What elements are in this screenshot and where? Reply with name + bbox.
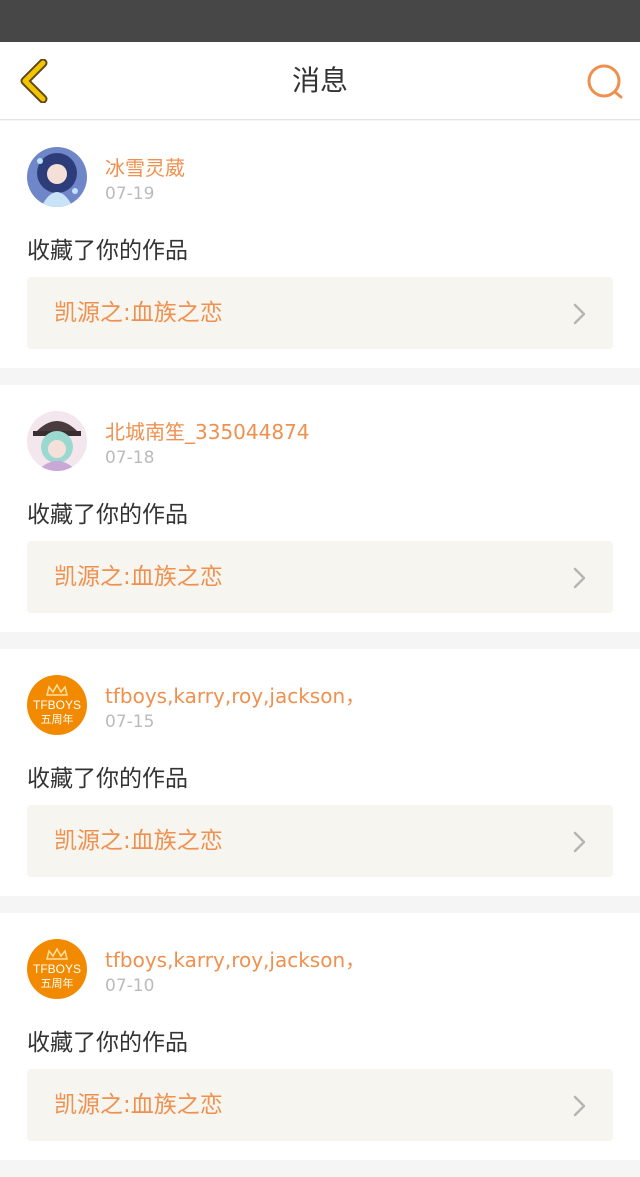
message-date: 07-15 [105,712,155,732]
user-avatar[interactable] [27,411,87,471]
tfboys-logo-avatar: TFBOYS 五周年 [27,939,87,999]
work-title: 凯源之:血族之恋 [54,1092,223,1118]
search-icon [587,64,623,99]
chevron-right-icon [573,1095,586,1117]
username[interactable]: tfboys,karry,roy,jackson， [105,680,365,709]
message-date: 07-18 [105,448,155,468]
username[interactable]: tfboys,karry,roy,jackson， [105,944,365,973]
work-link[interactable]: 凯源之:血族之恋 [27,1069,613,1141]
anime-girl-avatar [27,147,87,207]
message-card: 北城南笙_335044874 07-18 收藏了你的作品 凯源之:血族之恋 [0,385,640,632]
avatar-logo-subtext: 五周年 [41,976,74,990]
chevron-right-icon [573,567,586,589]
message-card: TFBOYS 五周年 tfboys,karry,roy,jackson， 07-… [0,649,640,896]
work-link[interactable]: 凯源之:血族之恋 [27,277,613,349]
chevron-right-icon [573,303,586,325]
avatar-logo-text: TFBOYS [33,962,81,976]
work-link[interactable]: 凯源之:血族之恋 [27,541,613,613]
username[interactable]: 北城南笙_335044874 [105,416,310,445]
avatar-logo-subtext: 五周年 [41,712,74,726]
tfboys-logo-avatar: TFBOYS 五周年 [27,675,87,735]
message-card: TFBOYS 五周年 tfboys,karry,roy,jackson， 07-… [0,913,640,1160]
page-title: 消息 [291,64,348,97]
message-action: 收藏了你的作品 [27,766,188,792]
work-link[interactable]: 凯源之:血族之恋 [27,805,613,877]
message-card: 冰雪灵葳 07-19 收藏了你的作品 凯源之:血族之恋 [0,121,640,368]
chevron-right-icon [573,831,586,853]
work-title: 凯源之:血族之恋 [54,564,223,590]
username[interactable]: 冰雪灵葳 [105,152,185,181]
user-avatar[interactable] [27,147,87,207]
user-avatar[interactable]: TFBOYS 五周年 [27,939,87,999]
nav-bar: 消息 [0,42,640,120]
message-action: 收藏了你的作品 [27,238,188,264]
message-action: 收藏了你的作品 [27,1030,188,1056]
search-button[interactable] [584,61,626,103]
avatar-logo-text: TFBOYS [33,698,81,712]
user-avatar[interactable]: TFBOYS 五周年 [27,675,87,735]
anime-girl-hat-avatar [27,411,87,471]
message-list: 冰雪灵葳 07-19 收藏了你的作品 凯源之:血族之恋 北城南笙_3350448… [0,121,640,1177]
work-title: 凯源之:血族之恋 [54,300,223,326]
message-date: 07-19 [105,184,155,204]
status-bar [0,0,640,42]
work-title: 凯源之:血族之恋 [54,828,223,854]
message-action: 收藏了你的作品 [27,502,188,528]
message-date: 07-10 [105,976,155,996]
